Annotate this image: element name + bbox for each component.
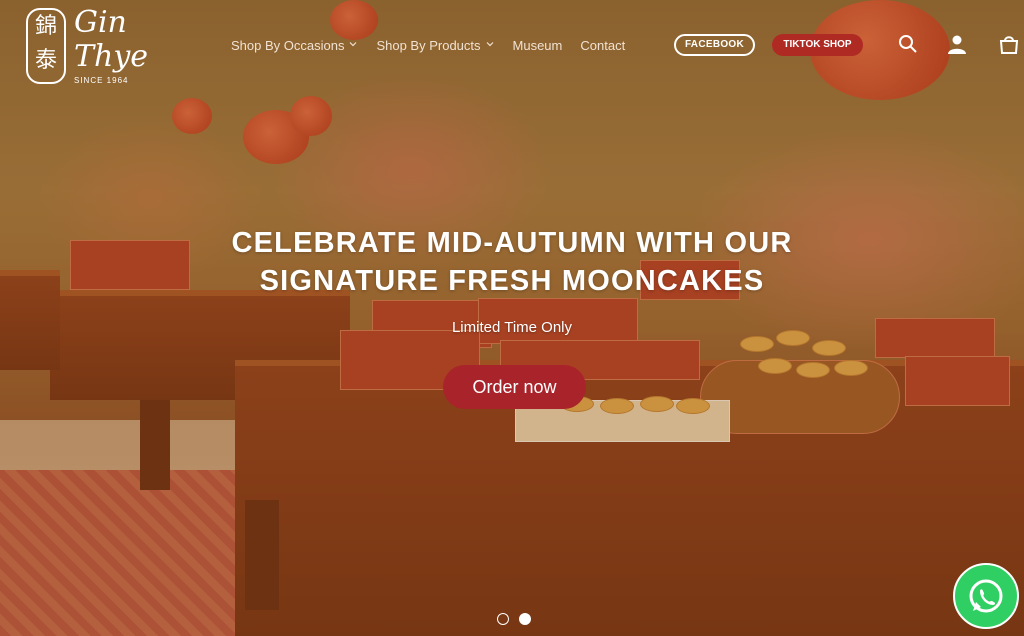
order-now-button[interactable]: Order now: [443, 365, 586, 409]
nav-item-shop-by-products[interactable]: Shop By Products: [376, 36, 494, 54]
logo-line2: Thye: [74, 39, 149, 74]
hero-overlay: [0, 0, 1024, 636]
nav-item-label: Shop By Occasions: [231, 37, 345, 53]
site-header: 錦泰 Gin Thye SINCE 1964 Shop By Occasions…: [0, 0, 1024, 90]
nav-item-shop-by-occasions[interactable]: Shop By Occasions: [231, 36, 358, 54]
logo-line1: Gin: [74, 5, 127, 40]
facebook-button[interactable]: FACEBOOK: [674, 34, 755, 56]
hero-headline: CELEBRATE MID-AUTUMN WITH OUR SIGNATURE …: [231, 227, 793, 297]
logo-seal: 錦泰: [26, 8, 66, 84]
brand-logo[interactable]: 錦泰 Gin Thye SINCE 1964: [26, 6, 148, 88]
slider-dot-2[interactable]: [519, 613, 531, 625]
nav-item-label: Contact: [580, 37, 626, 53]
logo-since: SINCE 1964: [74, 76, 129, 85]
nav-item-label: Museum: [512, 37, 563, 53]
hero-background: [0, 0, 1024, 636]
logo-wordmark: Gin Thye: [74, 6, 148, 74]
search-icon[interactable]: [896, 32, 920, 56]
chevron-down-icon: [485, 39, 495, 52]
nav-item-label: Shop By Products: [376, 37, 481, 53]
slider-dots: [497, 613, 531, 625]
chevron-down-icon: [348, 39, 358, 52]
whatsapp-icon[interactable]: [953, 563, 1019, 629]
slider-dot-1[interactable]: [497, 613, 509, 625]
account-icon[interactable]: [945, 32, 969, 56]
tiktok-shop-button[interactable]: TIKTOK SHOP: [772, 34, 863, 56]
nav-item-museum[interactable]: Museum: [513, 36, 563, 54]
nav-item-contact[interactable]: Contact: [580, 36, 625, 54]
cart-icon[interactable]: [997, 32, 1021, 56]
hero-subline: Limited Time Only: [451, 319, 573, 336]
main-nav: Shop By Occasions Shop By Products Museu…: [231, 36, 625, 54]
